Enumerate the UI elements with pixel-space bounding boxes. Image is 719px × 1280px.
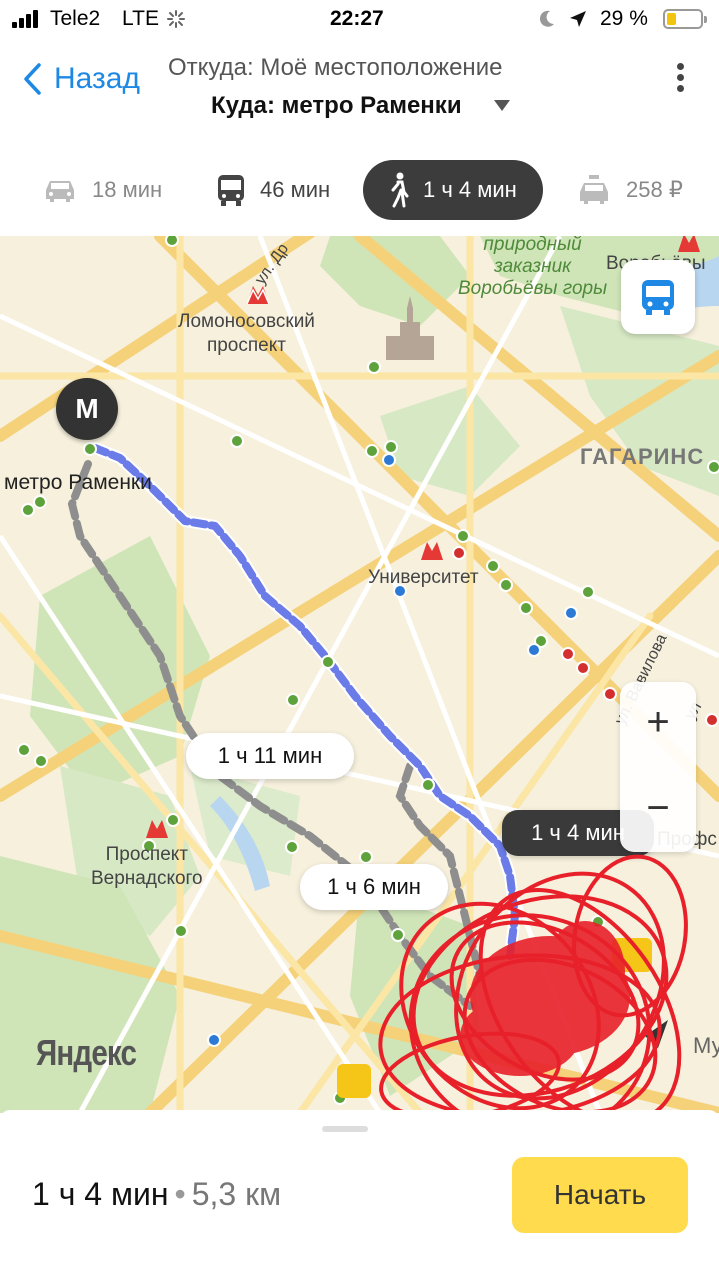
drag-handle[interactable] [322, 1126, 368, 1132]
route-distance: 5,3 км [191, 1176, 282, 1212]
transit-layer-button[interactable] [621, 260, 695, 334]
metro-icon [678, 236, 700, 252]
bus-icon [642, 280, 674, 315]
route-badge-alt1[interactable]: 1 ч 11 мин [186, 733, 354, 779]
moon-icon [538, 9, 556, 35]
chevron-left-icon [24, 63, 41, 95]
zoom-out-button[interactable]: − [620, 768, 696, 848]
map-base [0, 236, 719, 1113]
summary-separator: • [174, 1176, 186, 1212]
to-field[interactable]: Куда: метро Раменки [211, 92, 462, 120]
pedestrian-icon [391, 172, 409, 208]
mode-car-tab[interactable]: 18 мин [42, 160, 162, 220]
zoom-controls: + − [620, 682, 696, 852]
mode-walk-tab[interactable]: 1 ч 4 мин [363, 160, 543, 220]
map-view[interactable]: Ломоносовский проспект метро Раменки Уни… [0, 236, 719, 1113]
mode-car-label: 18 мин [92, 177, 163, 202]
park-label-vorobyovy-gory: природный заказник Воробьёвы горы [458, 236, 608, 299]
battery-percent: 29 % [600, 7, 648, 30]
mode-transit-label: 46 мин [260, 177, 331, 202]
taxi-icon [580, 175, 608, 204]
metro-icon [247, 286, 269, 304]
station-label-vernadsky: Проспект Вернадского [91, 844, 203, 889]
more-vertical-icon[interactable] [672, 60, 688, 100]
network-label: LTE [122, 7, 159, 30]
location-arrow-icon [568, 9, 588, 35]
back-button[interactable]: Назад [22, 62, 140, 96]
start-button[interactable]: Начать [512, 1157, 688, 1233]
route-header: Назад Откуда: Моё местоположение Куда: м… [0, 40, 719, 140]
metro-icon [146, 820, 168, 838]
route-badge-alt2[interactable]: 1 ч 6 мин [300, 864, 448, 910]
district-label-gagarinsky: ГАГАРИНС [580, 444, 705, 469]
car-icon [46, 181, 74, 202]
from-field[interactable]: Откуда: Моё местоположение [168, 54, 502, 82]
zoom-in-button[interactable]: + [620, 682, 696, 762]
caret-down-icon[interactable] [494, 100, 510, 111]
station-label-universitet: Университет [368, 567, 479, 588]
mode-walk-label: 1 ч 4 мин [423, 177, 517, 202]
status-bar: Tele2 LTE 22:27 29 % [0, 0, 719, 40]
yandex-logo: Яндекс [36, 1032, 137, 1073]
bus-icon [218, 175, 244, 206]
clock: 22:27 [330, 7, 384, 30]
route-summary: 1 ч 4 мин • 5,3 км [32, 1176, 281, 1213]
battery-icon [663, 9, 707, 29]
mode-taxi-tab[interactable]: 258 ₽ [576, 160, 683, 220]
signal-icon [12, 10, 42, 28]
back-label: Назад [54, 62, 140, 95]
station-label-lomonosovsky: Ломоносовский проспект [178, 311, 315, 356]
route-duration: 1 ч 4 мин [32, 1176, 169, 1212]
metro-icon [421, 542, 443, 560]
mode-transit-tab[interactable]: 46 мин [216, 160, 330, 220]
transport-mode-tabs: 18 мин 46 мин 1 ч 4 мин 258 ₽ [0, 160, 719, 220]
carrier-label: Tele2 [50, 7, 101, 30]
mode-taxi-label: 258 ₽ [626, 177, 683, 202]
map-label-corner: Му [693, 1033, 719, 1058]
destination-marker[interactable]: М [56, 378, 118, 440]
station-label-ramenki: метро Раменки [4, 471, 152, 494]
route-summary-panel: 1 ч 4 мин • 5,3 км Начать [0, 1110, 719, 1280]
loading-icon [166, 9, 186, 35]
